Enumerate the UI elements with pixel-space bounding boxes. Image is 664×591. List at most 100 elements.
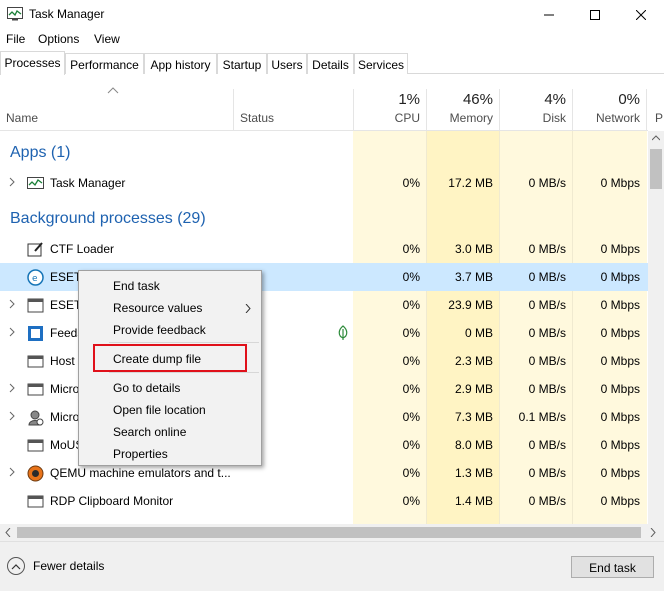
close-button[interactable] — [618, 0, 664, 29]
vertical-scroll-thumb[interactable] — [650, 149, 662, 189]
network-value: 0 Mbps — [600, 326, 640, 340]
cpu-value: 0% — [402, 466, 420, 480]
expand-chevron-icon[interactable] — [8, 411, 16, 421]
menu-item-open-file-location[interactable]: Open file location — [113, 403, 206, 417]
task-manager-icon — [7, 7, 23, 21]
end-task-button[interactable]: End task — [571, 556, 654, 578]
tab-strip: Processes Performance App history Startu… — [0, 51, 664, 75]
fewer-details-link[interactable]: Fewer details — [33, 559, 104, 573]
tab-services[interactable]: Services — [354, 53, 408, 74]
ctf-loader-icon — [27, 242, 43, 257]
expand-chevron-icon[interactable] — [8, 327, 16, 337]
table-row[interactable]: Task Manager 0% 17.2 MB 0 MB/s 0 Mbps — [0, 169, 648, 197]
memory-value: 0 MB — [464, 326, 493, 340]
menu-options[interactable]: Options — [38, 32, 79, 46]
menu-file[interactable]: File — [6, 32, 25, 46]
cpu-value: 0% — [402, 298, 420, 312]
group-background: Background processes (29) — [10, 210, 206, 227]
table-row[interactable]: RDP Clipboard Monitor 0% 1.4 MB 0 MB/s 0… — [0, 487, 648, 515]
column-status[interactable]: Status — [240, 111, 274, 125]
cpu-total: 1% — [398, 91, 420, 108]
cpu-value: 0% — [402, 176, 420, 190]
process-name: CTF Loader — [50, 242, 115, 256]
footer: Fewer details End task — [0, 541, 664, 591]
memory-value: 2.3 MB — [454, 354, 493, 368]
process-name: ESET — [50, 270, 82, 284]
column-cpu[interactable]: 1% CPU — [353, 89, 426, 131]
column-network[interactable]: 0% Network — [572, 89, 646, 131]
feeds-icon — [28, 326, 43, 341]
network-value: 0 Mbps — [600, 382, 640, 396]
menu-item-provide-feedback[interactable]: Provide feedback — [113, 323, 206, 337]
scroll-up-icon[interactable] — [652, 135, 660, 141]
tab-startup[interactable]: Startup — [217, 53, 267, 74]
fewer-details-button[interactable] — [7, 557, 25, 575]
column-name[interactable]: Name — [6, 111, 38, 125]
disk-value: 0 MB/s — [528, 176, 566, 190]
expand-chevron-icon[interactable] — [8, 299, 16, 309]
process-name: Task Manager — [50, 176, 126, 190]
menu-item-search-online[interactable]: Search online — [113, 425, 186, 439]
tab-users[interactable]: Users — [267, 53, 307, 74]
title-bar: Task Manager — [0, 0, 664, 29]
network-value: 0 Mbps — [600, 176, 640, 190]
tab-processes[interactable]: Processes — [0, 51, 65, 75]
cpu-label: CPU — [394, 111, 420, 125]
expand-chevron-icon[interactable] — [8, 177, 16, 187]
disk-value: 0 MB/s — [528, 326, 566, 340]
micro-icon — [27, 383, 44, 396]
memory-value: 8.0 MB — [454, 438, 493, 452]
host-icon — [27, 355, 44, 368]
menu-item-resource-values[interactable]: Resource values — [113, 301, 202, 315]
mous-icon — [27, 439, 44, 452]
minimize-button[interactable] — [526, 0, 572, 29]
disk-value: 0 MB/s — [528, 298, 566, 312]
scroll-left-icon[interactable] — [5, 528, 11, 537]
cpu-value: 0% — [402, 326, 420, 340]
cpu-value: 0% — [402, 438, 420, 452]
memory-total: 46% — [462, 91, 493, 108]
menu-view[interactable]: View — [94, 32, 120, 46]
column-memory[interactable]: 46% Memory — [426, 89, 499, 131]
menu-item-end-task[interactable]: End task — [113, 279, 160, 293]
network-value: 0 Mbps — [600, 242, 640, 256]
disk-value: 0 MB/s — [528, 494, 566, 508]
highlight-annotation-box — [93, 344, 247, 372]
maximize-button[interactable] — [572, 0, 618, 29]
process-name: RDP Clipboard Monitor — [50, 494, 174, 508]
horizontal-scrollbar[interactable] — [0, 524, 664, 541]
submenu-arrow-icon — [245, 304, 251, 313]
cpu-value: 0% — [402, 410, 420, 424]
process-name: Micro — [50, 382, 80, 396]
tab-app-history[interactable]: App history — [144, 53, 217, 74]
menu-item-go-to-details[interactable]: Go to details — [113, 381, 180, 395]
memory-label: Memory — [449, 111, 493, 125]
tab-details[interactable]: Details — [307, 53, 354, 74]
process-name: ESET — [50, 298, 82, 312]
svg-text:e: e — [32, 274, 38, 284]
expand-chevron-icon[interactable] — [8, 467, 16, 477]
network-label: Network — [595, 111, 640, 125]
eset-icon: e — [27, 269, 44, 286]
suspended-leaf-icon — [338, 325, 348, 340]
scroll-right-icon[interactable] — [650, 528, 656, 537]
column-header: Name Status 1% CPU 46% Memory 4% Disk 0%… — [0, 89, 663, 131]
qemu-icon — [27, 465, 44, 482]
network-value: 0 Mbps — [600, 466, 640, 480]
network-value: 0 Mbps — [600, 494, 640, 508]
column-power-partial[interactable]: P — [655, 111, 663, 125]
rdp-icon — [27, 495, 44, 508]
tab-performance[interactable]: Performance — [65, 53, 144, 74]
disk-total: 4% — [544, 91, 566, 108]
network-value: 0 Mbps — [600, 270, 640, 284]
column-disk[interactable]: 4% Disk — [499, 89, 572, 131]
disk-value: 0 MB/s — [528, 438, 566, 452]
network-value: 0 Mbps — [600, 438, 640, 452]
table-row[interactable]: CTF Loader 0% 3.0 MB 0 MB/s 0 Mbps — [0, 235, 648, 263]
chevron-up-icon — [11, 563, 21, 569]
expand-chevron-icon[interactable] — [8, 383, 16, 393]
menu-item-properties[interactable]: Properties — [113, 447, 168, 461]
horizontal-scroll-thumb[interactable] — [17, 527, 641, 538]
vertical-scrollbar[interactable] — [648, 131, 664, 524]
cpu-value: 0% — [402, 242, 420, 256]
